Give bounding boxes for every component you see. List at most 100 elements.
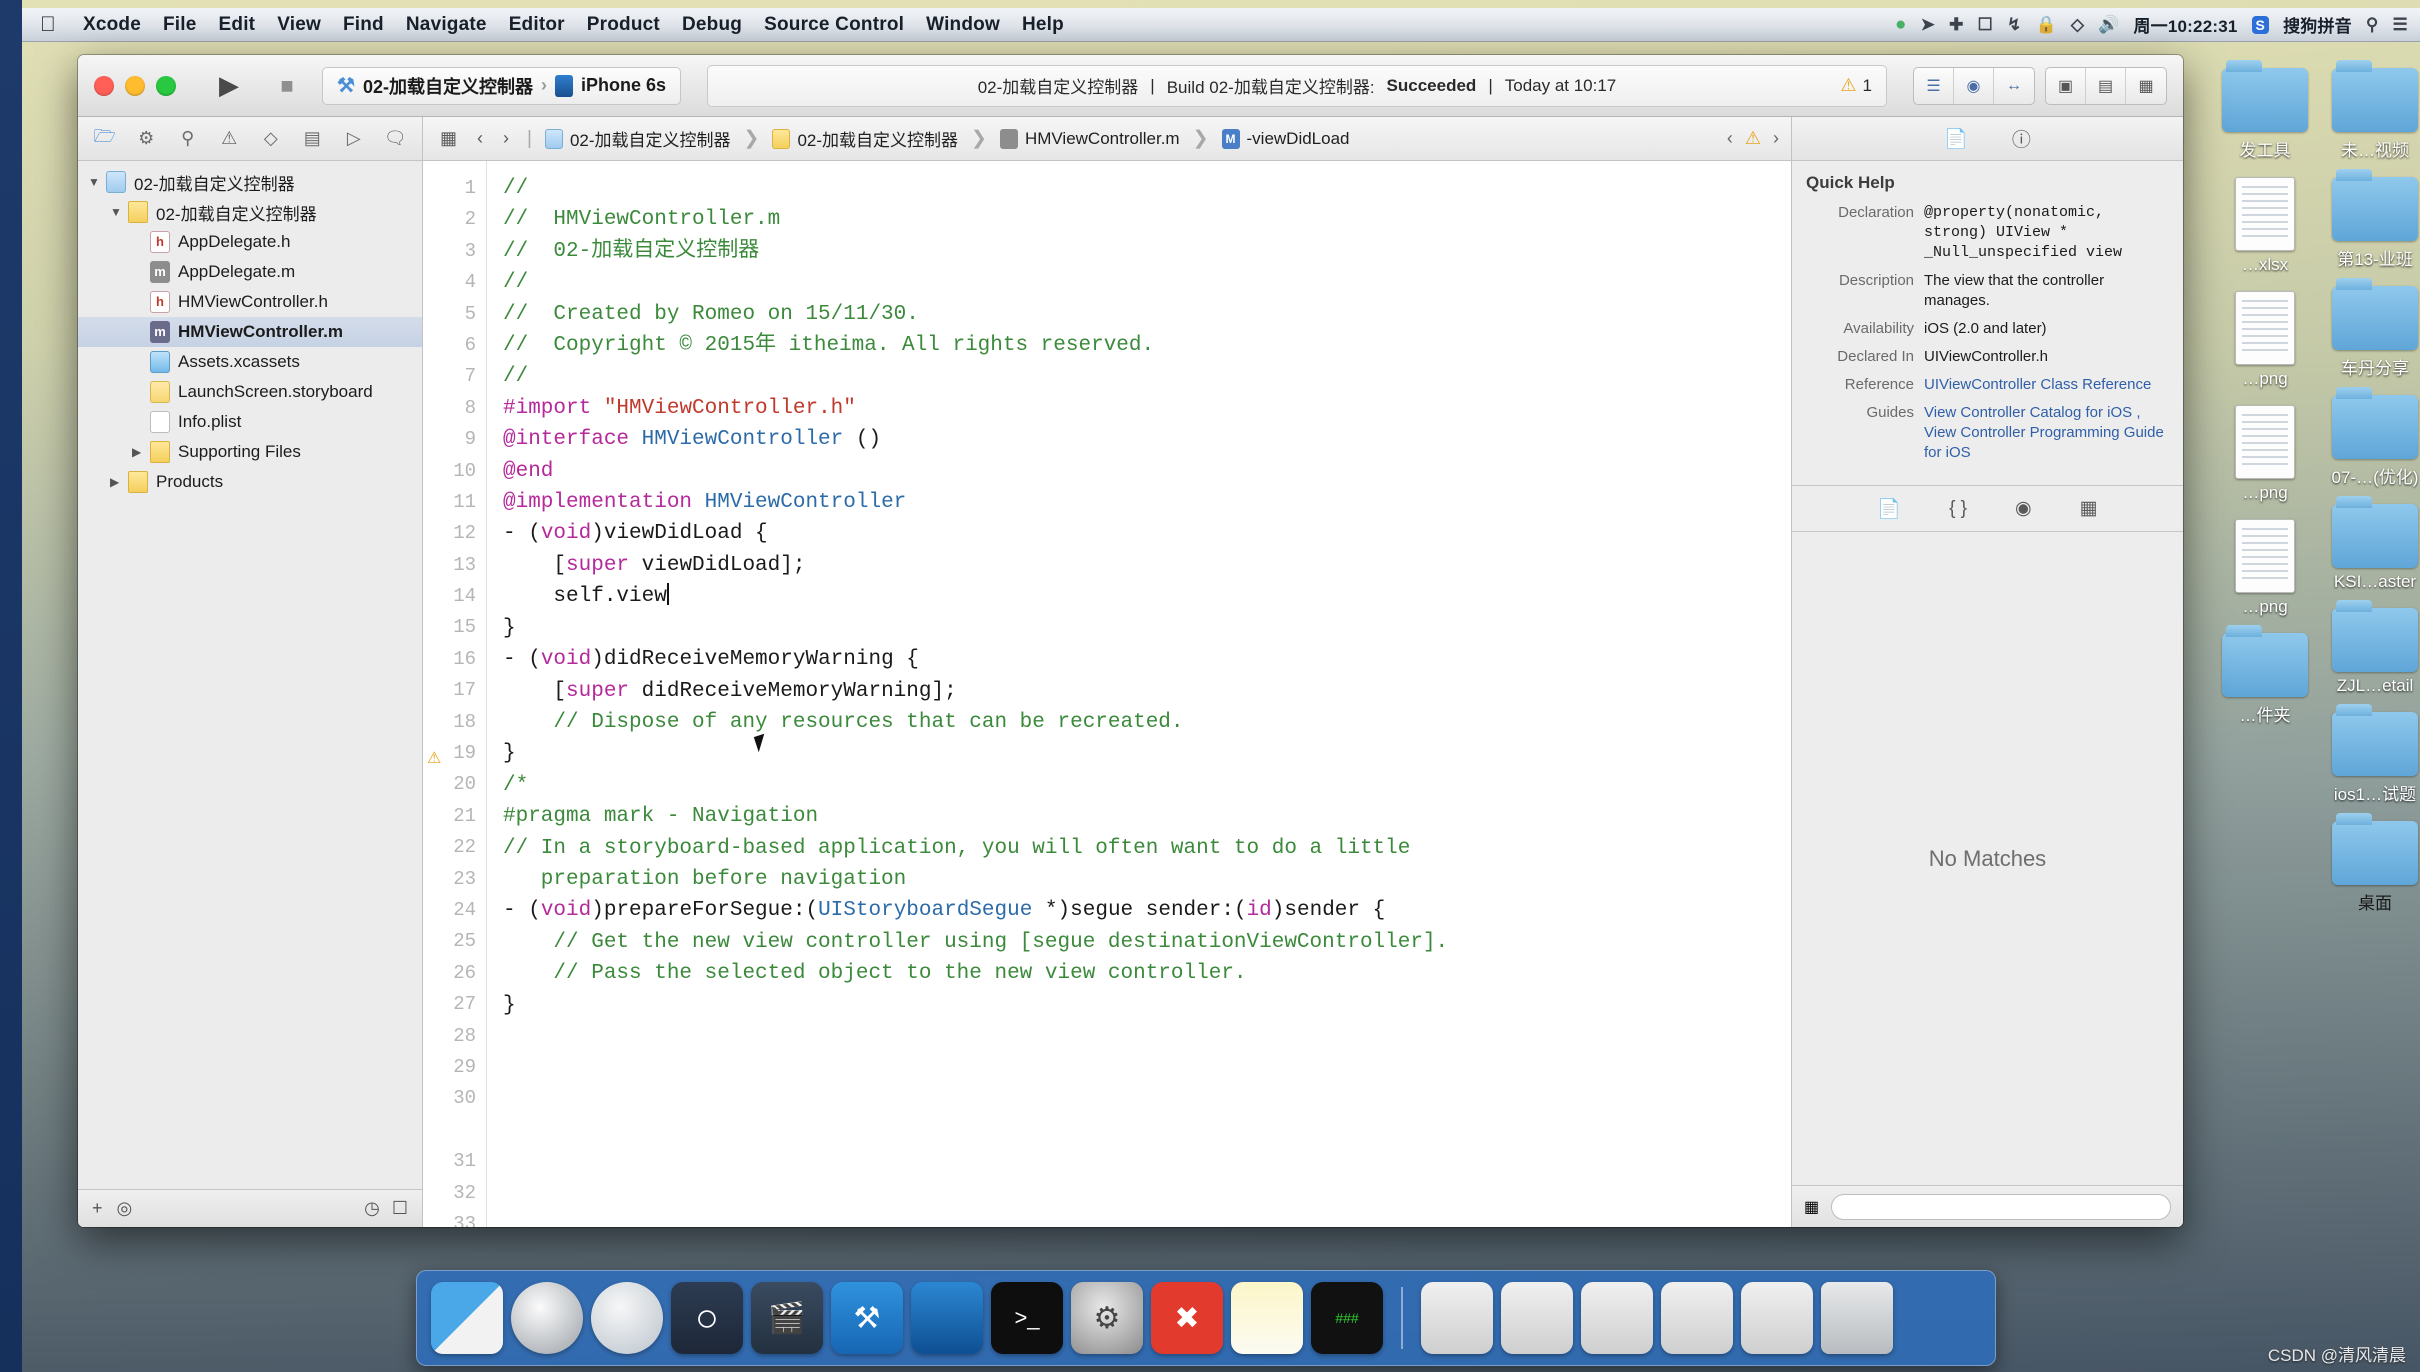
- media-library-icon[interactable]: ▦: [2080, 497, 2098, 520]
- dock-item-trash[interactable]: [1821, 1282, 1893, 1354]
- dock-minimized-window-1[interactable]: [1421, 1282, 1493, 1354]
- standard-editor-icon[interactable]: ☰: [1914, 67, 1954, 104]
- menu-item-file[interactable]: File: [152, 14, 208, 36]
- file-inspector-icon[interactable]: 📄: [1944, 127, 1968, 151]
- breadcrumb-file[interactable]: HMViewController.m: [999, 128, 1180, 149]
- navigator-row[interactable]: Info.plist: [78, 407, 422, 437]
- code-editor[interactable]: 1 2 3 4 5 6 7 8 9 10 11 12 13 14 15 16 17 18 ⚠ 19 20 21 22 23 24…: [423, 161, 1791, 1227]
- utilities-toggle-icon[interactable]: ▦: [2126, 68, 2166, 104]
- quick-help-icon[interactable]: ⓘ: [2012, 125, 2031, 152]
- dock-minimized-window-2[interactable]: [1501, 1282, 1573, 1354]
- input-method-badge[interactable]: S: [2251, 15, 2270, 34]
- dock-item-notes[interactable]: [1231, 1282, 1303, 1354]
- navigator-row[interactable]: ▶ Supporting Files: [78, 437, 422, 467]
- network-icon[interactable]: ↯: [2007, 15, 2021, 35]
- navigator-toggle-icon[interactable]: ▣: [2046, 67, 2086, 104]
- navigator-row[interactable]: ▶ Products: [78, 467, 422, 497]
- breadcrumb-project[interactable]: 02-加载自定义控制器: [544, 126, 731, 151]
- object-library-icon[interactable]: ◉: [2015, 497, 2032, 520]
- list-icon[interactable]: ☰: [2393, 15, 2408, 35]
- navigator-tab-search[interactable]: ⚲: [167, 117, 209, 160]
- breadcrumb-method[interactable]: M -viewDidLoad: [1221, 128, 1350, 149]
- navigator-tab-test[interactable]: ◇: [250, 117, 292, 160]
- desktop-item[interactable]: ios1…试题: [2300, 704, 2420, 805]
- source-icon[interactable]: ☐: [392, 1198, 408, 1219]
- navigator-tab-breakpoint[interactable]: ▷: [333, 117, 375, 160]
- menu-item-edit[interactable]: Edit: [208, 14, 267, 36]
- menu-item-window[interactable]: Window: [915, 14, 1011, 36]
- navigator-row[interactable]: m AppDelegate.m: [78, 257, 422, 287]
- navigator-row[interactable]: LaunchScreen.storyboard: [78, 377, 422, 407]
- dock-item-xmind[interactable]: ✖: [1151, 1282, 1223, 1354]
- desktop-item[interactable]: 未…视频: [2300, 60, 2420, 161]
- menu-item-navigate[interactable]: Navigate: [395, 14, 498, 36]
- dock-item-mouse[interactable]: ○: [671, 1282, 743, 1354]
- menu-item-help[interactable]: Help: [1011, 14, 1075, 36]
- navigator-tab-debug[interactable]: ▤: [292, 117, 334, 160]
- dock-minimized-window-5[interactable]: [1741, 1282, 1813, 1354]
- navigator-tab-report[interactable]: 🗨: [375, 117, 417, 160]
- issue-indicator[interactable]: ⚠ 1: [1840, 75, 1872, 96]
- apple-icon[interactable]: : [40, 13, 56, 37]
- disclosure-triangle-icon[interactable]: ▶: [132, 445, 150, 459]
- lock-icon[interactable]: 🔒: [2035, 15, 2056, 35]
- navigator-row[interactable]: h AppDelegate.h: [78, 227, 422, 257]
- dock-item-terminal[interactable]: >_: [991, 1282, 1063, 1354]
- volume-icon[interactable]: 🔊: [2098, 15, 2119, 35]
- disclosure-triangle-icon[interactable]: ▼: [110, 205, 128, 219]
- plus-icon[interactable]: +: [92, 1198, 103, 1219]
- dock-item-film[interactable]: 🎬: [751, 1282, 823, 1354]
- menu-item-xcode[interactable]: Xcode: [72, 14, 152, 36]
- grid-icon[interactable]: ▦: [1804, 1197, 1819, 1217]
- dock-minimized-window-3[interactable]: [1581, 1282, 1653, 1354]
- navigator-row[interactable]: ▼ 02-加载自定义控制器: [78, 197, 422, 227]
- view-toggle-segment[interactable]: ▣ ▤ ▦: [2045, 66, 2167, 105]
- code-snippet-library-icon[interactable]: { }: [1949, 498, 1967, 520]
- search-icon[interactable]: ⚲: [2366, 15, 2379, 35]
- debug-toggle-icon[interactable]: ▤: [2086, 67, 2126, 104]
- warning-icon[interactable]: ⚠: [1745, 128, 1761, 149]
- filter-icon[interactable]: ◎: [117, 1198, 133, 1219]
- back-icon[interactable]: ‹: [472, 128, 488, 149]
- dock-minimized-window-4[interactable]: [1661, 1282, 1733, 1354]
- menu-item-view[interactable]: View: [266, 14, 332, 36]
- dock-item-safari[interactable]: [591, 1282, 663, 1354]
- menu-item-source-control[interactable]: Source Control: [753, 14, 915, 36]
- assistant-editor-icon[interactable]: ◉: [1954, 67, 1994, 104]
- send-icon[interactable]: ➤: [1921, 15, 1935, 35]
- editor-mode-segment[interactable]: ☰ ◉ ↔: [1913, 66, 2035, 105]
- forward-icon[interactable]: ›: [498, 128, 514, 149]
- clock-icon[interactable]: ◷: [364, 1198, 380, 1219]
- navigator-row[interactable]: ▼ 02-加载自定义控制器: [78, 167, 422, 197]
- dock-item-xcode[interactable]: ⚒: [831, 1282, 903, 1354]
- dock-item-iterm[interactable]: ###: [1311, 1282, 1383, 1354]
- dropbox-icon[interactable]: ●: [1895, 14, 1907, 36]
- previous-issue-icon[interactable]: ‹: [1727, 128, 1733, 149]
- menu-item-debug[interactable]: Debug: [671, 14, 753, 36]
- screen-recorder-icon[interactable]: ☐: [1978, 15, 1993, 35]
- file-template-library-icon[interactable]: 📄: [1877, 497, 1901, 521]
- navigator-row[interactable]: h HMViewController.h: [78, 287, 422, 317]
- source-code-text[interactable]: // // HMViewController.m // 02-加载自定义控制器 // /…: [487, 161, 1791, 1227]
- navigator-row[interactable]: m HMViewController.m: [78, 317, 422, 347]
- breadcrumb-folder[interactable]: 02-加载自定义控制器: [772, 126, 958, 151]
- zoom-button[interactable]: [156, 75, 176, 96]
- minimize-button[interactable]: [125, 75, 145, 96]
- clock[interactable]: 周一10:22:31: [2133, 12, 2237, 37]
- quick-help-value[interactable]: View Controller Catalog for iOS , View C…: [1924, 403, 2169, 463]
- dock-item-launchpad[interactable]: [511, 1282, 583, 1354]
- dock-item-system-preferences[interactable]: ⚙: [1071, 1282, 1143, 1354]
- input-method-label[interactable]: 搜狗拼音: [2283, 12, 2352, 37]
- desktop-item[interactable]: ZJL…etail: [2300, 600, 2420, 696]
- navigator-tab-source-control[interactable]: ⚙: [126, 117, 168, 160]
- menu-item-product[interactable]: Product: [576, 14, 671, 36]
- close-button[interactable]: [94, 75, 114, 96]
- desktop-item[interactable]: 桌面: [2300, 813, 2420, 914]
- desktop-item[interactable]: 第13-业班: [2300, 169, 2420, 270]
- stop-button[interactable]: ■: [264, 67, 310, 105]
- shield-icon[interactable]: ◇: [2071, 15, 2084, 35]
- run-button[interactable]: ▶: [206, 67, 252, 105]
- navigator-tab-issue[interactable]: ⚠: [209, 117, 251, 160]
- project-navigator-tree[interactable]: ▼ 02-加载自定义控制器 ▼ 02-加载自定义控制器 h AppDelegate.h m A…: [78, 161, 422, 1189]
- library-search-input[interactable]: [1831, 1193, 2171, 1220]
